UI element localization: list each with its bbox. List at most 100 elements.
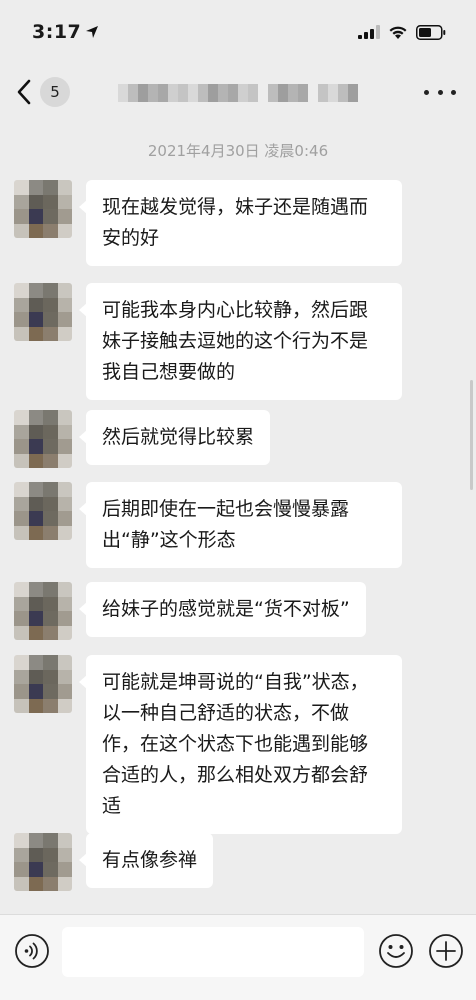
message-bubble[interactable]: 可能我本身内心比较静，然后跟妹子接触去逗她的这个行为不是我自己想要做的 (79, 283, 402, 400)
chat-title-redacted (118, 84, 378, 102)
avatar-pixel (14, 180, 29, 195)
avatar-pixel (43, 180, 58, 195)
avatar-pixel (28, 496, 43, 511)
chevron-left-icon (17, 79, 31, 105)
redaction-pixel (238, 84, 248, 102)
message-bubble[interactable]: 有点像参禅 (78, 833, 214, 888)
avatar-pixel (43, 209, 58, 224)
avatar-pixel (28, 209, 43, 224)
avatar-pixel (14, 194, 29, 209)
avatar-pixel (28, 625, 43, 640)
avatar[interactable] (14, 482, 72, 540)
avatar-pixel (57, 862, 72, 877)
avatar-pixel (57, 194, 72, 209)
signal-icon (358, 25, 380, 39)
avatar-pixel (57, 410, 72, 425)
redaction-pixel (138, 84, 148, 102)
avatar-pixel (28, 655, 43, 670)
more-button[interactable] (424, 82, 456, 102)
plus-icon[interactable] (428, 933, 464, 969)
unread-count-badge: 5 (40, 77, 70, 107)
avatar-pixel (57, 283, 72, 298)
status-icons (358, 24, 446, 40)
back-button[interactable]: 5 (16, 77, 70, 107)
avatar-pixel (43, 833, 58, 848)
avatar-pixel (14, 496, 29, 511)
avatar-pixel (57, 596, 72, 611)
redaction-pixel (308, 84, 318, 102)
avatar-pixel (43, 453, 58, 468)
avatar-pixel (57, 453, 72, 468)
voice-icon[interactable] (14, 933, 50, 969)
avatar-pixel (14, 669, 29, 684)
avatar-pixel (43, 847, 58, 862)
avatar-pixel (28, 439, 43, 454)
avatar-pixel (57, 625, 72, 640)
avatar[interactable] (14, 655, 72, 713)
chat-timestamp: 2021年4月30日 凌晨0:46 (147, 142, 329, 160)
scrollbar[interactable] (470, 380, 473, 490)
avatar-pixel (14, 684, 29, 699)
avatar-pixel (28, 596, 43, 611)
redaction-pixel (158, 84, 168, 102)
message-bubble[interactable]: 现在越发觉得，妹子还是随遇而安的好 (79, 180, 402, 266)
location-arrow-icon (86, 26, 99, 38)
avatar-pixel (57, 312, 72, 327)
redaction-pixel (178, 84, 188, 102)
avatar-pixel (43, 223, 58, 238)
input-bar (0, 914, 476, 1000)
avatar-pixel (43, 326, 58, 341)
message-bubble[interactable]: 给妹子的感觉就是“货不对板” (79, 582, 366, 637)
redaction-pixel (248, 84, 258, 102)
avatar-pixel (28, 847, 43, 862)
avatar-pixel (14, 611, 29, 626)
avatar-pixel (14, 862, 29, 877)
avatar-pixel (14, 439, 29, 454)
avatar-pixel (28, 511, 43, 526)
avatar-pixel (43, 669, 58, 684)
avatar-pixel (28, 582, 43, 597)
avatar-pixel (28, 684, 43, 699)
avatar-pixel (14, 511, 29, 526)
avatar-pixel (28, 482, 43, 497)
avatar-pixel (28, 180, 43, 195)
avatar-pixel (43, 424, 58, 439)
avatar-pixel (57, 582, 72, 597)
status-bar: 3:17 (0, 0, 476, 64)
avatar-pixel (14, 596, 29, 611)
avatar[interactable] (14, 283, 72, 341)
avatar-pixel (14, 847, 29, 862)
redaction-pixel (198, 84, 208, 102)
avatar-pixel (43, 297, 58, 312)
avatar-pixel (43, 496, 58, 511)
redaction-pixel (188, 84, 198, 102)
status-time-group: 3:17 (32, 21, 99, 43)
avatar-pixel (57, 511, 72, 526)
message-bubble[interactable]: 后期即使在一起也会慢慢暴露出“静”这个形态 (79, 482, 402, 568)
message-bubble[interactable]: 可能就是坤哥说的“自我”状态，以一种自己舒适的状态，不做作，在这个状态下也能遇到… (79, 655, 402, 834)
more-dots-icon (437, 89, 443, 95)
avatar-pixel (57, 847, 72, 862)
avatar-pixel (28, 410, 43, 425)
avatar[interactable] (14, 582, 72, 640)
avatar-pixel (28, 283, 43, 298)
avatar-pixel (43, 410, 58, 425)
avatar[interactable] (14, 410, 72, 468)
avatar-pixel (57, 684, 72, 699)
message-bubble[interactable]: 然后就觉得比较累 (78, 410, 271, 465)
more-dots-icon (451, 89, 456, 95)
emoji-icon[interactable] (378, 933, 414, 969)
avatar-pixel (57, 297, 72, 312)
avatar-pixel (28, 876, 43, 891)
status-time: 3:17 (32, 21, 82, 43)
avatar-pixel (43, 283, 58, 298)
avatar-pixel (28, 525, 43, 540)
redaction-pixel (208, 84, 218, 102)
avatar-pixel (14, 482, 29, 497)
avatar[interactable] (14, 180, 72, 238)
avatar[interactable] (14, 833, 72, 891)
avatar-pixel (14, 297, 29, 312)
avatar-pixel (57, 209, 72, 224)
avatar-pixel (57, 482, 72, 497)
message-input[interactable] (62, 927, 364, 977)
